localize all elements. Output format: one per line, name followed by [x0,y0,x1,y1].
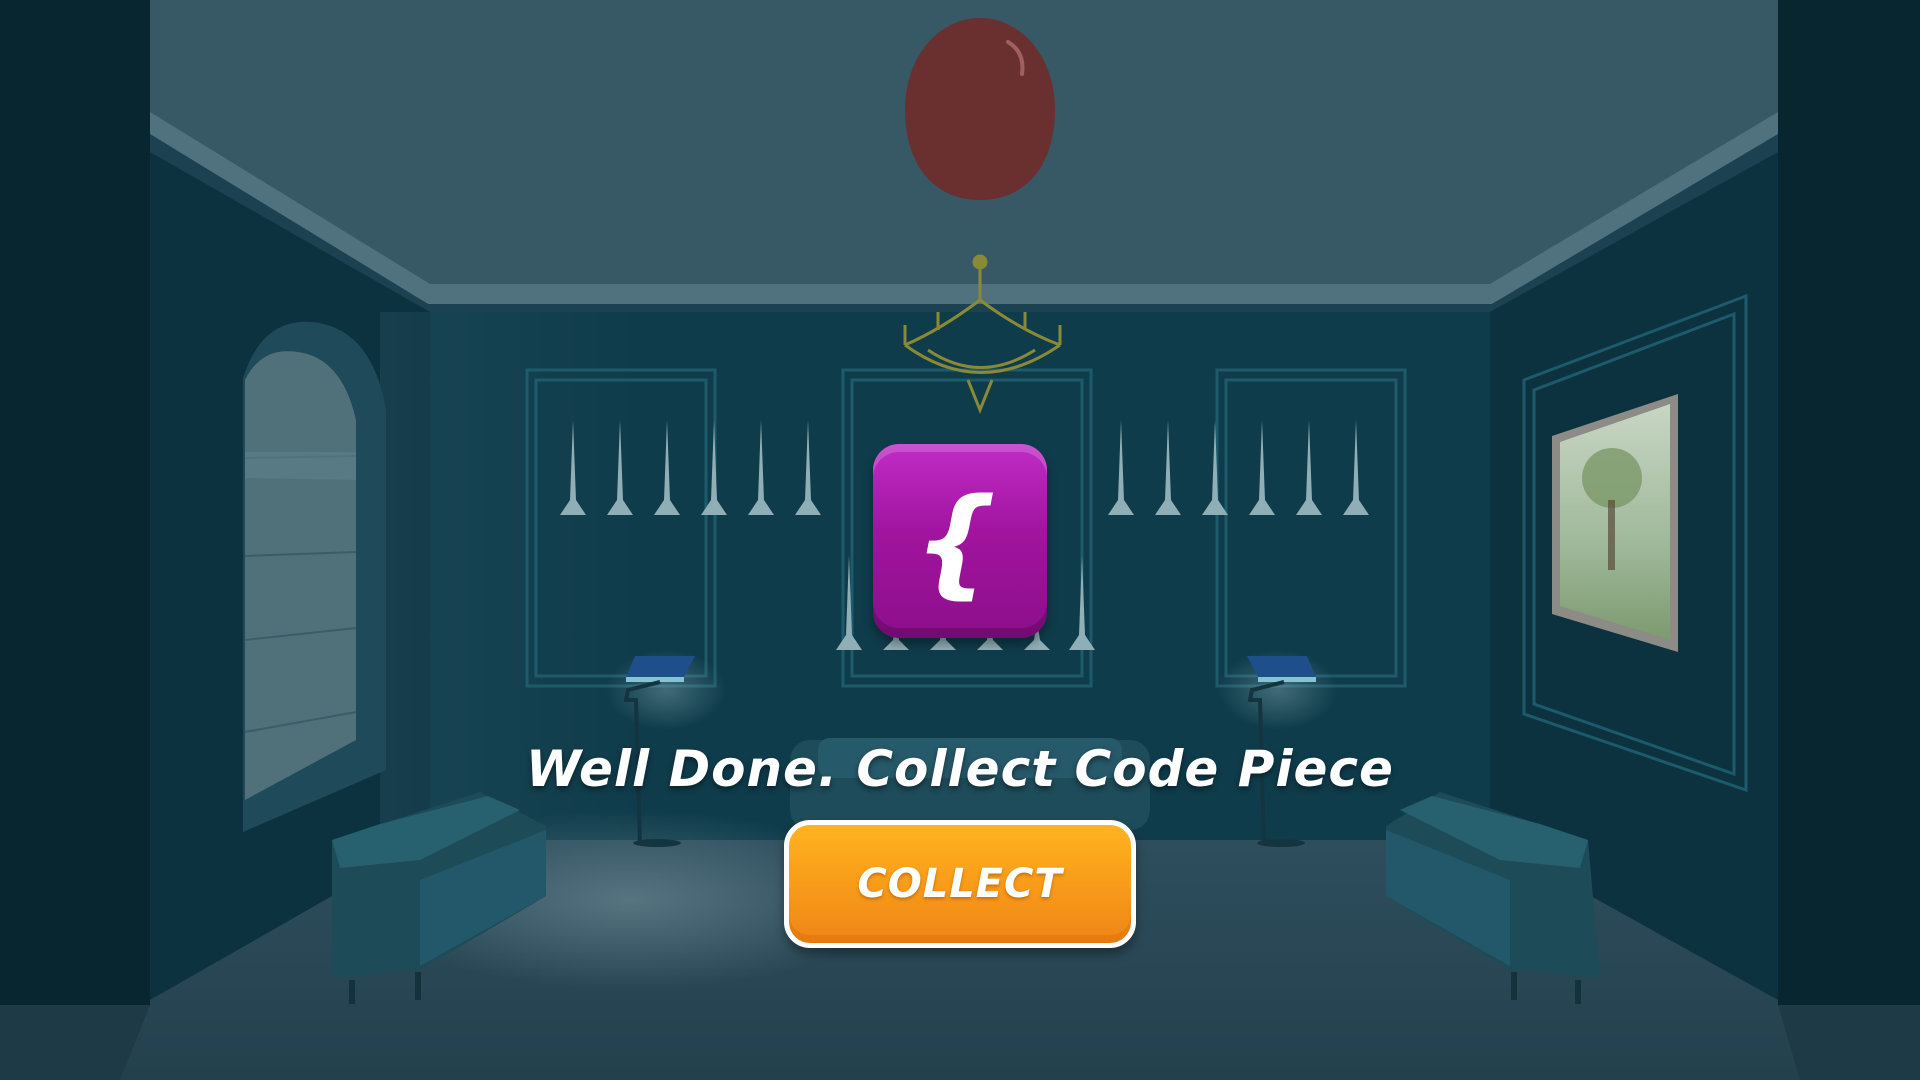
sofa-icon [790,738,1150,830]
painting-icon [1552,394,1678,652]
balloon-icon [905,18,1055,200]
window-icon [243,321,386,832]
curly-brace-icon: { [913,472,998,610]
collect-button-label: COLLECT [857,861,1063,907]
code-piece-tile: { [873,444,1047,638]
right-pillar [1778,0,1920,1005]
left-pillar [0,0,150,1005]
collect-button[interactable]: COLLECT [784,820,1136,948]
